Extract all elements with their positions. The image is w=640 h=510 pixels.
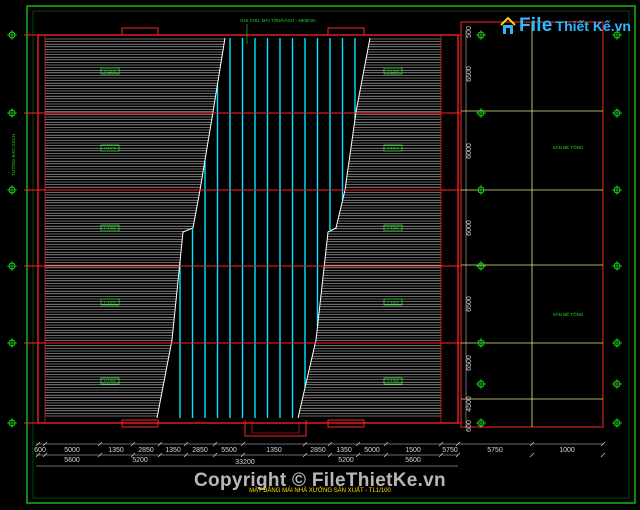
axis-marker xyxy=(612,185,622,195)
axis-marker xyxy=(612,338,622,348)
dimension-label: 5000 xyxy=(364,447,380,454)
svg-text:i=10%: i=10% xyxy=(387,146,399,151)
dimension-label: 500 xyxy=(466,26,473,38)
svg-text:i=10%: i=10% xyxy=(387,69,399,74)
dimension-label: 2850 xyxy=(138,447,154,454)
axis-marker xyxy=(612,418,622,428)
slope-tag: i=10% xyxy=(383,224,403,232)
axis-marker xyxy=(7,30,17,40)
drawing-title: MẶT BẰNG MÁI NHÀ XƯỞNG SẢN XUẤT - TL1/10… xyxy=(249,488,391,494)
brand-prefix: File xyxy=(519,15,553,36)
axis-marker xyxy=(7,338,17,348)
axis-marker xyxy=(476,185,486,195)
roof-ridge-left xyxy=(156,37,226,419)
top-parapet-tabs xyxy=(121,27,365,36)
axis-marker xyxy=(476,338,486,348)
svg-text:i=10%: i=10% xyxy=(387,379,399,384)
axis-marker xyxy=(476,30,486,40)
dimensions-right: 500 6500 6000 6000 6500 6500 4500 600 xyxy=(466,26,473,432)
dimension-tick xyxy=(600,452,606,458)
axis-marker xyxy=(7,418,17,428)
dimension-label: 5750 xyxy=(442,447,458,454)
dimension-label: 600 xyxy=(466,420,473,432)
dimension-label: 5750 xyxy=(487,447,503,454)
dimension-label: 2850 xyxy=(310,447,326,454)
svg-text:i=10%: i=10% xyxy=(104,146,116,151)
top-note: GHI CHÚ: MÁI TÔN/VÁCH - 4500mm xyxy=(240,17,316,23)
axis-marker xyxy=(476,379,486,389)
dimension-label: 1350 xyxy=(165,447,181,454)
dimension-label: 4500 xyxy=(466,396,473,412)
svg-text:i=10%: i=10% xyxy=(387,300,399,305)
dimension-label: 6000 xyxy=(466,220,473,236)
left-note: TƯỜNG BAO GẠCH xyxy=(10,134,16,176)
roof-hatch-right xyxy=(298,38,441,417)
dimension-label: 5000 xyxy=(64,447,80,454)
dimension-label: 5200 xyxy=(338,457,354,464)
dimension-label: 1350 xyxy=(108,447,124,454)
axis-marker xyxy=(7,185,17,195)
dimension-label: 2850 xyxy=(192,447,208,454)
svg-text:i=10%: i=10% xyxy=(104,379,116,384)
overall-dimension: 33200 xyxy=(235,459,255,466)
dimensions-row-1: 600 5000 1350 2850 1350 2850 5500 1350 2850 1350 5… xyxy=(34,447,575,454)
dimension-label: 5500 xyxy=(221,447,237,454)
slope-tag: i=10% xyxy=(100,67,120,75)
dimension-label: 5600 xyxy=(64,457,80,464)
dimension-tick xyxy=(529,452,535,458)
dimension-label: 1000 xyxy=(559,447,575,454)
axis-marker xyxy=(612,108,622,118)
dimension-label: 6500 xyxy=(466,66,473,82)
roof-hatch-left xyxy=(45,38,225,417)
dimension-label: 1350 xyxy=(266,447,282,454)
axis-marker xyxy=(476,108,486,118)
house-icon xyxy=(500,16,516,34)
dimension-label: 600 xyxy=(34,447,46,454)
slope-tag: i=10% xyxy=(100,224,120,232)
dimension-label: 5600 xyxy=(405,457,421,464)
brand-logo: File Thiết Kế.vn xyxy=(500,12,631,40)
axis-marker xyxy=(476,261,486,271)
slope-tag: i=10% xyxy=(383,67,403,75)
slope-tag: i=10% xyxy=(100,377,120,385)
dimension-label: 1350 xyxy=(336,447,352,454)
dimension-label: 5200 xyxy=(132,457,148,464)
roof-ridge-right xyxy=(297,37,371,419)
svg-text:i=10%: i=10% xyxy=(104,69,116,74)
dimension-label: 1500 xyxy=(405,447,421,454)
annex-label-bottom: SÂN BÊ TÔNG xyxy=(553,310,584,317)
axis-marker xyxy=(7,108,17,118)
slope-tag: i=10% xyxy=(383,377,403,385)
svg-text:i=10%: i=10% xyxy=(104,226,116,231)
skylight-strips xyxy=(179,38,356,418)
dimension-label: 6000 xyxy=(466,143,473,159)
axis-marker xyxy=(612,261,622,271)
svg-text:i=10%: i=10% xyxy=(104,300,116,305)
axis-marker xyxy=(612,379,622,389)
axis-marker xyxy=(7,261,17,271)
svg-text:i=10%: i=10% xyxy=(387,226,399,231)
dimension-label: 6500 xyxy=(466,296,473,312)
brand-name: Thiết Kế.vn xyxy=(555,18,631,34)
annex-label-top: SÂN BÊ TÔNG xyxy=(553,143,584,150)
dimension-label: 6500 xyxy=(466,355,473,371)
cad-drawing: 600 5000 1350 2850 1350 2850 5500 1350 2850 1350 5… xyxy=(7,5,636,504)
